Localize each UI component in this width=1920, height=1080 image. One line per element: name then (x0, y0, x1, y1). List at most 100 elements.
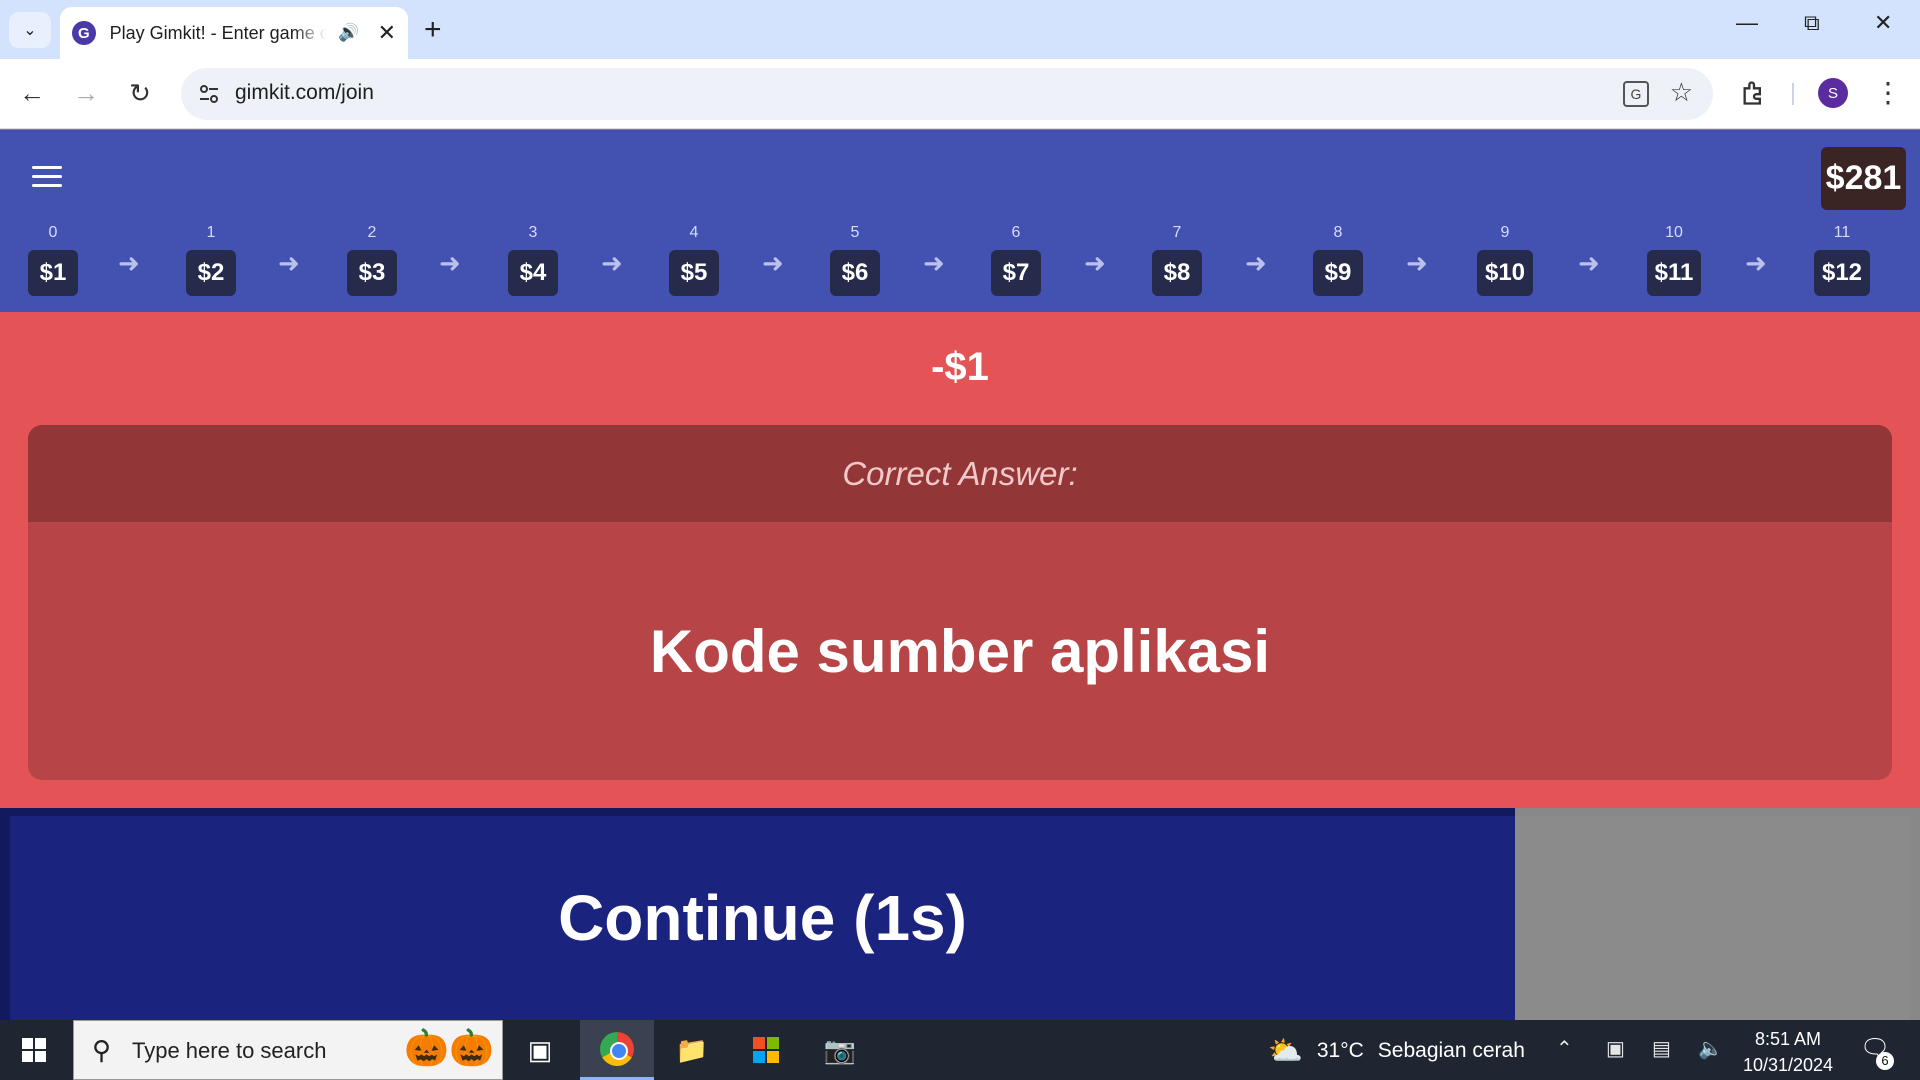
ladder-step-price: $9 (1313, 250, 1363, 296)
clock-time: 8:51 AM (1754, 1029, 1822, 1049)
ladder-step-index: 2 (367, 224, 377, 241)
ladder-step: 7 $8 (1137, 224, 1217, 296)
taskbar-chrome-app[interactable] (580, 1020, 654, 1080)
ladder-step: 6 $7 (976, 224, 1056, 296)
ladder-step-price: $12 (1813, 250, 1871, 296)
show-hidden-icons-chevron-icon[interactable]: ⌃ (1556, 1036, 1573, 1061)
clock-date: 10/31/2024 (1742, 1055, 1834, 1075)
translate-icon[interactable]: G (1623, 81, 1649, 107)
ladder-step: 10 $11 (1634, 224, 1714, 296)
browser-tab-active[interactable]: G Play Gimkit! - Enter game code 🔊 ✕ (60, 7, 408, 59)
continue-area: Continue (1s) (0, 808, 1920, 1020)
address-bar[interactable]: gimkit.com/join G ☆ (181, 68, 1713, 120)
ladder-step: 8 $9 (1298, 224, 1378, 296)
ladder-step-index: 5 (850, 224, 860, 241)
ladder-step: 0 $1 (13, 224, 93, 296)
ladder-step-price: $10 (1476, 250, 1534, 296)
ladder-step-price: $1 (28, 250, 78, 296)
ladder-step-index: 1 (206, 224, 216, 241)
correct-answer-card: Correct Answer: Kode sumber aplikasi (28, 425, 1892, 780)
toolbar-separator (1792, 83, 1794, 105)
taskbar-search-box[interactable]: ⚲ Type here to search 🎃🎃 (73, 1020, 503, 1080)
ladder-step-index: 6 (1011, 224, 1021, 241)
ladder-step-index: 0 (48, 224, 58, 241)
restore-icon[interactable]: ⧉ (1804, 10, 1820, 36)
extensions-puzzle-icon[interactable] (1740, 79, 1768, 107)
site-settings-icon[interactable] (197, 82, 221, 106)
windows-start-icon[interactable] (22, 1038, 46, 1062)
profile-avatar[interactable]: S (1818, 78, 1848, 108)
arrow-right-icon: ➜ (601, 248, 623, 278)
ladder-step-price: $8 (1152, 250, 1202, 296)
balance-display: $281 (1821, 147, 1906, 210)
file-explorer-icon[interactable]: 📁 (670, 1028, 714, 1072)
correct-answer-text: Kode sumber aplikasi (649, 617, 1271, 685)
speaker-icon[interactable]: 🔊 (338, 23, 359, 43)
camera-icon[interactable]: 📷 (818, 1028, 862, 1072)
chevron-down-icon: ⌄ (23, 22, 37, 39)
ladder-step-index: 9 (1500, 224, 1510, 241)
ladder-step-price: $3 (347, 250, 397, 296)
arrow-right-icon: ➜ (1084, 248, 1106, 278)
weather-temperature: 31°C (1316, 1038, 1364, 1062)
window-close-icon[interactable]: ✕ (1874, 10, 1892, 36)
arrow-right-icon: ➜ (1745, 248, 1767, 278)
partly-sunny-icon: ⛅ (1268, 1035, 1303, 1066)
arrow-right-icon: ➜ (762, 248, 784, 278)
arrow-right-icon: ➜ (1406, 248, 1428, 278)
bookmark-star-icon[interactable]: ☆ (1670, 77, 1693, 108)
ladder-step-price: $4 (508, 250, 558, 296)
arrow-right-icon: ➜ (278, 248, 300, 278)
arrow-right-icon: ➜ (1578, 248, 1600, 278)
tab-search-button[interactable]: ⌄ (9, 12, 51, 48)
game-header: $281 0 $1 ➜ 1 $2 ➜ 2 $3 ➜ 3 $4 ➜ 4 $5 ➜ … (0, 130, 1920, 312)
ladder-step-index: 3 (528, 224, 538, 241)
volume-icon[interactable]: 🔈 (1698, 1036, 1723, 1061)
continue-timer-bar (1515, 808, 1920, 1020)
taskbar-search-placeholder: Type here to search (132, 1038, 327, 1063)
microsoft-store-icon[interactable] (744, 1028, 788, 1072)
correct-answer-label: Correct Answer: (28, 425, 1892, 522)
ladder-step-index: 4 (689, 224, 699, 241)
taskbar-clock[interactable]: 8:51 AM 10/31/2024 (1738, 1026, 1838, 1078)
continue-button[interactable]: Continue (1s) (10, 816, 1515, 1020)
arrow-right-icon: ➜ (439, 248, 461, 278)
weather-widget[interactable]: ⛅ 31°C Sebagian cerah (1268, 1034, 1525, 1067)
gimkit-favicon-icon: G (72, 21, 96, 45)
ladder-step: 9 $10 (1465, 224, 1545, 296)
weather-description: Sebagian cerah (1377, 1038, 1525, 1062)
chrome-icon (600, 1032, 634, 1066)
more-menu-icon[interactable]: ⋮ (1874, 73, 1902, 113)
back-arrow-icon[interactable]: ← (12, 73, 52, 113)
ladder-step: 4 $5 (654, 224, 734, 296)
ladder-step-price: $2 (186, 250, 236, 296)
halloween-pumpkin-icon: 🎃🎃 (404, 1027, 494, 1068)
url-text[interactable]: gimkit.com/join (235, 81, 374, 105)
task-view-icon[interactable]: ▣ (518, 1028, 562, 1072)
ladder-step-index: 10 (1665, 224, 1683, 241)
new-tab-plus-icon[interactable]: + (424, 12, 442, 48)
tab-title: Play Gimkit! - Enter game code (109, 22, 327, 43)
search-icon: ⚲ (92, 1035, 112, 1065)
ladder-step: 2 $3 (332, 224, 412, 296)
hamburger-menu-icon[interactable] (32, 166, 62, 188)
ladder-step-price: $5 (669, 250, 719, 296)
reload-icon[interactable]: ↻ (120, 73, 160, 113)
ladder-step: 11 $12 (1802, 224, 1882, 296)
arrow-right-icon: ➜ (923, 248, 945, 278)
meet-now-icon[interactable]: ▣ (1606, 1036, 1625, 1061)
arrow-right-icon: ➜ (118, 248, 140, 278)
notification-count-badge: 6 (1876, 1052, 1894, 1070)
ladder-step-price: $6 (830, 250, 880, 296)
forward-arrow-icon[interactable]: → (66, 73, 106, 113)
close-tab-icon[interactable]: ✕ (378, 20, 396, 46)
ladder-step: 1 $2 (171, 224, 251, 296)
ladder-step-price: $7 (991, 250, 1041, 296)
ladder-step-index: 8 (1333, 224, 1343, 241)
minimize-icon[interactable]: — (1736, 10, 1758, 36)
network-icon[interactable]: ▤ (1652, 1036, 1671, 1061)
browser-tab-strip: ⌄ G Play Gimkit! - Enter game code 🔊 ✕ +… (0, 0, 1920, 59)
ladder-step-index: 11 (1833, 224, 1851, 241)
windows-taskbar: ⚲ Type here to search 🎃🎃 ▣ 📁 📷 ⛅ 31°C Se… (0, 1020, 1920, 1080)
browser-toolbar: ← → ↻ gimkit.com/join G ☆ S ⋮ (0, 59, 1920, 129)
